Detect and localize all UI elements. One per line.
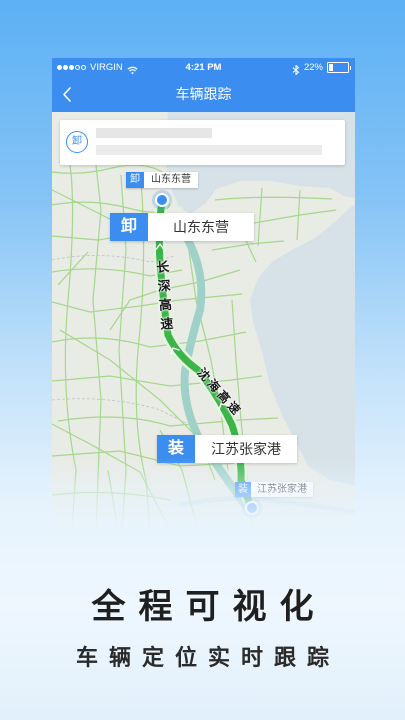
destination-label-badge: 装: [157, 435, 195, 463]
status-bar: VIRGIN 4:21 PM 22%: [52, 58, 355, 77]
nav-bar: 车辆跟踪: [52, 77, 355, 112]
destination-label-name: 江苏张家港: [195, 435, 297, 463]
destination-tag-badge: 装: [235, 482, 251, 497]
origin-label[interactable]: 卸 山东东营: [110, 213, 254, 241]
headline: 全程可视化: [91, 588, 327, 626]
phone-screen: VIRGIN 4:21 PM 22% 车辆跟踪 卸 卸 山东东营 卸 山东东营 …: [52, 58, 355, 530]
origin-tag[interactable]: 卸 山东东营: [126, 172, 198, 188]
map-canvas: [52, 112, 355, 530]
destination-label[interactable]: 装 江苏张家港: [157, 435, 297, 463]
destination-tag-name: 江苏张家港: [251, 482, 313, 497]
subheadline: 车辆定位实时跟踪: [75, 645, 340, 670]
status-right: 22%: [292, 58, 351, 77]
destination-tag[interactable]: 装 江苏张家港: [235, 482, 313, 497]
promo-screen: VIRGIN 4:21 PM 22% 车辆跟踪 卸 卸 山东东营 卸 山东东营 …: [0, 0, 405, 720]
origin-label-name: 山东东营: [148, 213, 254, 241]
origin-location-dot-icon[interactable]: [155, 193, 169, 207]
origin-tag-name: 山东东营: [144, 172, 198, 188]
battery-level-fill: [329, 64, 333, 71]
placeholder-bar: [96, 145, 322, 155]
location-pin-icon: 卸: [66, 131, 88, 153]
destination-location-dot-icon[interactable]: [245, 501, 259, 515]
origin-tag-badge: 卸: [126, 172, 144, 188]
battery-percent: 22%: [303, 62, 323, 73]
bluetooth-icon: [292, 63, 300, 76]
placeholder-bar: [96, 128, 212, 138]
route-info-card[interactable]: 卸: [60, 120, 345, 165]
map-view[interactable]: 卸 卸 山东东营 卸 山东东营 长深高速 沈海高速 装 江苏张家港 装 江苏张家: [52, 112, 355, 530]
battery-icon: [327, 62, 351, 73]
page-title: 车辆跟踪: [175, 86, 232, 102]
origin-label-badge: 卸: [110, 213, 148, 241]
